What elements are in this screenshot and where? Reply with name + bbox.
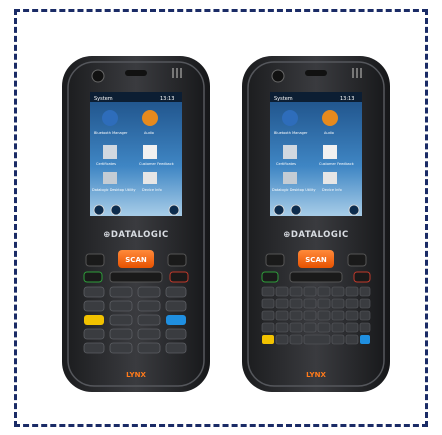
product-photo: System 13:13 Bluetooth Manager Audio Cer… bbox=[62, 56, 390, 392]
tile-label: Bluetooth Manager bbox=[274, 131, 308, 135]
tile-label: Certificates bbox=[96, 162, 116, 166]
close-icon bbox=[168, 204, 180, 216]
camera-icon bbox=[91, 69, 105, 83]
tile-label: Device Info bbox=[142, 188, 162, 192]
status-right: 13:13 bbox=[160, 96, 174, 102]
tile-label: Datalogic Desktop Utility bbox=[272, 188, 316, 192]
status-left: System bbox=[274, 96, 293, 102]
brand-logo: ⊕DATALOGIC bbox=[103, 230, 169, 240]
scan-label: SCAN bbox=[125, 256, 147, 264]
tile-label: Device Info bbox=[322, 188, 342, 192]
scan-label: SCAN bbox=[305, 256, 327, 264]
tile-label: Audio bbox=[144, 131, 154, 135]
tile-label: Certificates bbox=[276, 162, 296, 166]
start-icon bbox=[93, 204, 105, 216]
model-mark: LYNX bbox=[126, 371, 146, 379]
device-numeric: System 13:13 Bluetooth Manager Audio Cer… bbox=[62, 56, 210, 392]
tile-label: Datalogic Desktop Utility bbox=[92, 188, 136, 192]
tile-label: Customer Feedback bbox=[319, 162, 355, 166]
status-left: System bbox=[94, 96, 113, 102]
back-icon bbox=[290, 204, 302, 216]
tile-label: Audio bbox=[324, 131, 334, 135]
status-right: 13:13 bbox=[340, 96, 354, 102]
model-mark: LYNX bbox=[306, 371, 326, 379]
device-qwerty: System 13:13 Bluetooth Manager Audio Cer… bbox=[242, 56, 390, 392]
brand-logo: ⊕DATALOGIC bbox=[283, 230, 349, 240]
camera-icon bbox=[271, 69, 285, 83]
close-icon bbox=[348, 204, 360, 216]
tile-label: Bluetooth Manager bbox=[94, 131, 128, 135]
back-icon bbox=[110, 204, 122, 216]
start-icon bbox=[273, 204, 285, 216]
tile-label: Customer Feedback bbox=[139, 162, 175, 166]
